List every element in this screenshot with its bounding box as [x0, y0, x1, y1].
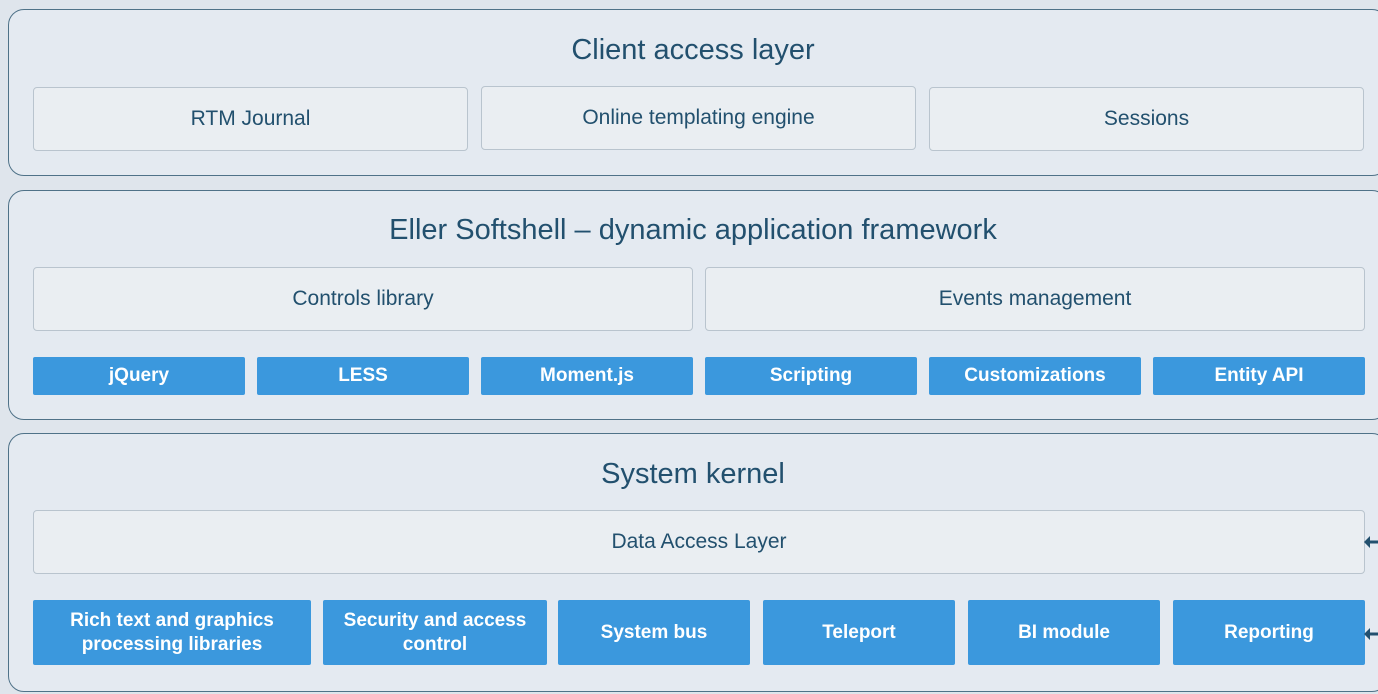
jquery-chip: jQuery	[33, 357, 245, 395]
rich-text-graphics-line1: Rich text and graphics	[70, 609, 274, 631]
controls-library-box: Controls library	[33, 267, 693, 331]
momentjs-chip: Moment.js	[481, 357, 693, 395]
system-kernel-layer: System kernel Data Access Layer Rich tex…	[8, 433, 1378, 692]
rich-text-graphics-line2: processing libraries	[81, 633, 263, 655]
teleport-chip: Teleport	[763, 600, 955, 665]
reporting-chip: Reporting	[1173, 600, 1365, 665]
rich-text-graphics-chip: Rich text and graphics processing librar…	[33, 600, 311, 665]
less-chip: LESS	[257, 357, 469, 395]
left-arrow-icon	[1364, 628, 1378, 640]
security-access-control-line1: Security and access	[343, 609, 527, 631]
scripting-chip: Scripting	[705, 357, 917, 395]
security-access-control-line2: control	[402, 633, 468, 655]
data-access-layer-box: Data Access Layer	[33, 510, 1365, 574]
sessions-box: Sessions	[929, 87, 1364, 151]
rtm-journal-box: RTM Journal	[33, 87, 468, 151]
online-templating-engine-box: Online templating engine	[481, 86, 916, 150]
framework-layer-title: Eller Softshell – dynamic application fr…	[389, 214, 997, 246]
framework-layer: Eller Softshell – dynamic application fr…	[8, 190, 1378, 420]
events-management-box: Events management	[705, 267, 1365, 331]
bi-module-chip: BI module	[968, 600, 1160, 665]
client-access-layer-title: Client access layer	[571, 34, 815, 66]
customizations-chip: Customizations	[929, 357, 1141, 395]
system-kernel-title: System kernel	[601, 458, 785, 490]
client-access-layer: Client access layer RTM Journal Online t…	[8, 9, 1378, 176]
security-access-control-chip: Security and access control	[323, 600, 547, 665]
left-arrow-icon	[1364, 536, 1378, 548]
entity-api-chip: Entity API	[1153, 357, 1365, 395]
system-bus-chip: System bus	[558, 600, 750, 665]
